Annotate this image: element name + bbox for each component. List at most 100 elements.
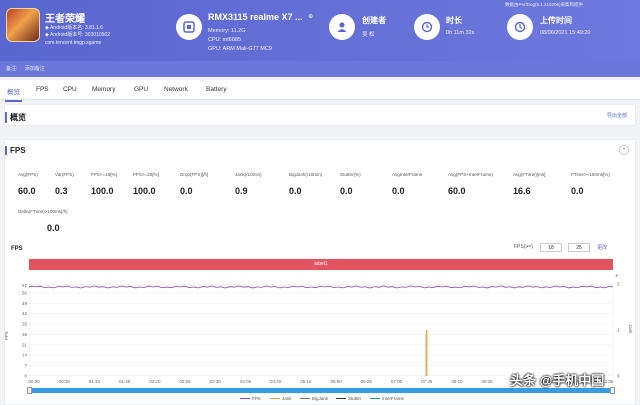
duration-value: 0h 11m 32s xyxy=(446,30,475,36)
android-version-name: ◆ Android版本名: 3.81.1.6 xyxy=(45,25,104,31)
creator-label: 创建者 xyxy=(362,16,386,25)
chart-title: FPS xyxy=(11,246,23,252)
metric-value: 0.0 xyxy=(571,186,584,196)
x-tick-label: 03:30 xyxy=(210,379,222,384)
y-tick-label: 7 xyxy=(24,363,27,368)
metric-value: 60.0 xyxy=(448,186,466,196)
metric-value: 0.0 xyxy=(180,186,193,196)
x-tick-label: 02:55 xyxy=(179,379,191,384)
tab-gpu[interactable]: GPU xyxy=(134,86,148,93)
fps-threshold-high-input[interactable]: 25 xyxy=(568,243,590,252)
legend-label: InterFrame xyxy=(382,396,405,401)
legend-swatch xyxy=(370,398,380,400)
tab-overview[interactable]: 概览 xyxy=(5,86,22,102)
legend-label: FPS xyxy=(252,396,261,401)
y-tick-label: 42 xyxy=(22,311,28,316)
app-icon xyxy=(6,8,40,42)
fps-threshold-low-input[interactable]: 18 xyxy=(540,243,562,252)
apply-threshold-button[interactable]: 更改 xyxy=(597,244,607,251)
add-note-link[interactable]: 添加备注 xyxy=(25,66,45,72)
legend-item[interactable]: BigJank xyxy=(300,396,328,401)
upload-value: 08/06/2021 15:49:20 xyxy=(540,30,591,36)
metric-label: Avg(FTime)[ms] xyxy=(513,172,546,177)
x-tick-label: 05:15 xyxy=(300,379,312,384)
metric-value: 16.6 xyxy=(513,186,531,196)
fps-y-axis: FPS615649423528211470 xyxy=(5,283,28,379)
scrollbar-right-handle[interactable] xyxy=(610,387,615,394)
y-tick-label: 35 xyxy=(22,322,28,327)
device-cpu: CPU: mt6885 xyxy=(208,37,242,43)
metric-label: BigJank(/10min) xyxy=(289,172,323,177)
metric-value: 0.0 xyxy=(392,186,405,196)
x-tick-label: 06:25 xyxy=(361,379,373,384)
metric-value: 0.0 xyxy=(340,186,353,196)
device-title: RMX3115 realme X7 ... xyxy=(208,12,303,22)
package-name: com.tencent.tmgp.sgame xyxy=(45,40,102,46)
y2-tick-label: 2 xyxy=(617,282,620,287)
export-all-button[interactable]: 导出全部 xyxy=(607,112,627,119)
legend-item[interactable]: InterFrame xyxy=(370,396,404,401)
y-tick-label: 14 xyxy=(22,353,28,358)
fps-series-line xyxy=(29,285,613,289)
android-version-code: ◆ Android版本号: 303010502 xyxy=(45,32,111,38)
x-tick-label: 00:00 xyxy=(28,379,40,384)
tab-battery[interactable]: Battery xyxy=(206,86,227,93)
x-tick-label: 07:00 xyxy=(391,379,403,384)
overview-title: 概览 xyxy=(5,112,26,123)
device-info-icon[interactable]: ⊕ xyxy=(308,13,313,20)
legend-swatch xyxy=(300,398,310,400)
tab-memory[interactable]: Memory xyxy=(92,86,115,93)
metric-label: AvgInterFrame xyxy=(392,172,423,177)
metric-label: Avg(FPS+InterFrame) xyxy=(448,172,493,177)
tab-fps[interactable]: FPS xyxy=(36,86,49,93)
fps-panel-title: FPS xyxy=(5,146,26,155)
device-icon xyxy=(176,14,202,40)
metric-value: 0.3 xyxy=(55,186,68,196)
clock-icon xyxy=(414,14,440,40)
metric-value: 60.0 xyxy=(18,186,36,196)
metric-value: 0.0 xyxy=(289,186,302,196)
legend-label: Stutter xyxy=(348,396,362,401)
fps-chart[interactable] xyxy=(29,284,613,376)
app-name: 王者荣耀 xyxy=(45,14,85,25)
metric-label: FTime>=100ms[%] xyxy=(571,172,610,177)
x-tick-label: 04:40 xyxy=(270,379,282,384)
metric-value: 100.0 xyxy=(133,186,156,196)
y2-axis-title: Jank xyxy=(628,324,633,334)
scrollbar-left-handle[interactable] xyxy=(27,387,32,394)
jank-y-axis: 210Jank xyxy=(617,282,633,379)
x-tick-label: 00:35 xyxy=(59,379,71,384)
y-tick-label: 49 xyxy=(22,301,28,306)
metric-label: Var(FPS) xyxy=(55,172,74,177)
tab-cpu[interactable]: CPU xyxy=(63,86,77,93)
upload-label: 上传时间 xyxy=(540,16,572,25)
creator-value: 吴 松 xyxy=(362,32,375,38)
legend-swatch xyxy=(270,398,280,400)
metric-value: 0.0 xyxy=(47,223,60,233)
metric-label: Avg(FPS) xyxy=(18,172,38,177)
x-tick-label: 08:45 xyxy=(482,379,494,384)
metric-label: Jank(/10min) xyxy=(235,172,262,177)
label-bar[interactable]: label1 xyxy=(29,259,613,270)
device-memory: Memory: 11.2G xyxy=(208,28,246,34)
device-gpu: GPU: ARM Mali-G77 MC9 xyxy=(208,46,272,52)
metric-value: 100.0 xyxy=(91,186,114,196)
legend-item[interactable]: Jank xyxy=(270,396,292,401)
y-tick-label: 28 xyxy=(22,332,28,337)
metric-label: FPS>=18[%] xyxy=(91,172,118,177)
x-tick-label: 01:45 xyxy=(119,379,131,384)
plot-frame xyxy=(29,284,613,376)
metric-label: FPS>=25[%] xyxy=(133,172,160,177)
legend-item[interactable]: Stutter xyxy=(336,396,361,401)
watermark: 头条 @手机中国 xyxy=(510,373,605,388)
x-tick-label: 01:10 xyxy=(89,379,101,384)
legend-swatch xyxy=(336,398,346,400)
legend-item[interactable]: FPS xyxy=(240,396,261,401)
overview-panel: 概览 导出全部 xyxy=(4,104,636,126)
collapse-icon[interactable]: ⌃ xyxy=(619,145,629,155)
version-note: 数据由PerfDog(5.1.210206)采集和提供 xyxy=(505,2,584,7)
fps-threshold-label: FPS(>=) xyxy=(514,244,533,250)
note-bar: 备注: 添加备注 xyxy=(0,61,640,77)
duration-label: 时长 xyxy=(446,16,462,25)
tab-network[interactable]: Network xyxy=(164,86,188,93)
